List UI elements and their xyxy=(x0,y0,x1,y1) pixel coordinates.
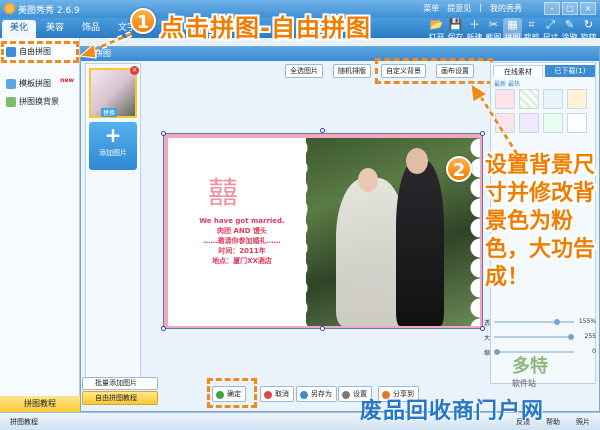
poster: 囍 We have got married. 肉团 AND 馒头 ……邀请你参加… xyxy=(168,138,480,326)
slider-knob[interactable] xyxy=(568,334,574,340)
cancel-icon xyxy=(264,391,272,399)
bg-puzzle-label: 拼图换背景 xyxy=(19,97,59,106)
scallop-border-left xyxy=(298,138,314,326)
menu-link[interactable]: 菜单 xyxy=(423,3,439,14)
tab-beauty[interactable]: 美容 xyxy=(38,20,72,38)
left-panel: 自由拼图 模板拼图 new 拼图换背景 拼图教程 xyxy=(0,38,80,412)
poster-line-4: 时间：2011年 xyxy=(218,247,266,255)
free-puzzle-tutorial-button[interactable]: 自由拼图教程 xyxy=(82,391,158,405)
puzzle-icon: ▦ xyxy=(507,18,518,31)
opacity-slider[interactable]: 透 155% xyxy=(484,318,596,327)
template-puzzle-item[interactable]: 模板拼图 new xyxy=(4,76,76,92)
my-xiuxiu-link[interactable]: 我的秀秀 xyxy=(490,3,522,14)
material-swatch[interactable] xyxy=(543,113,563,133)
app-logo-icon xyxy=(4,3,15,14)
rotate-icon: ↻ xyxy=(583,18,594,31)
resize-handle[interactable] xyxy=(161,326,166,331)
status-help[interactable]: 帮助 xyxy=(546,417,560,427)
tab-beautify[interactable]: 美化 xyxy=(2,20,36,38)
open-icon: 📂 xyxy=(429,18,444,31)
groom-figure xyxy=(396,160,444,326)
maximize-icon[interactable]: □ xyxy=(562,2,578,15)
random-layout-button[interactable]: 随机排版 xyxy=(333,64,371,78)
size-icon: ⤢ xyxy=(546,18,555,31)
batch-add-button[interactable]: 批量添加图片 xyxy=(82,377,158,390)
status-photo[interactable]: 照片 xyxy=(576,417,590,427)
invitation-text: We have got married. 肉团 AND 馒头 ……邀请你参加婚礼… xyxy=(182,216,302,266)
bg-puzzle-item[interactable]: 拼图换背景 xyxy=(4,94,76,110)
arrow-step2-icon xyxy=(470,83,520,156)
slider-knob[interactable] xyxy=(554,319,560,325)
duote-logo-watermark: 多特 软件站 xyxy=(512,356,548,388)
set-icon xyxy=(342,391,350,399)
select-all-button[interactable]: 全选图片 xyxy=(285,64,323,78)
bg-puzzle-icon xyxy=(6,97,16,107)
separator: | xyxy=(479,3,482,12)
rotate-handle[interactable] xyxy=(320,128,325,133)
puzzle-tutorial-button[interactable]: 拼图教程 xyxy=(0,396,80,412)
material-swatch[interactable] xyxy=(567,89,587,109)
material-swatch[interactable] xyxy=(567,113,587,133)
save-icon: 💾 xyxy=(448,18,463,31)
plus-icon: + xyxy=(104,123,122,147)
doodle-icon: ✎ xyxy=(564,18,575,31)
free-puzzle-label: 自由拼图 xyxy=(19,47,51,56)
delete-icon[interactable]: × xyxy=(130,66,139,75)
poster-line-3: ……邀请你参加婚礼…… xyxy=(203,237,281,245)
resize-handle[interactable] xyxy=(161,131,166,136)
template-puzzle-icon xyxy=(6,79,16,89)
groom-face xyxy=(406,148,428,174)
minimize-icon[interactable]: – xyxy=(544,2,560,15)
replace-label[interactable]: 替换 xyxy=(101,108,118,117)
ok-button-highlight xyxy=(207,378,257,408)
cancel-button[interactable]: 取消 xyxy=(260,386,294,402)
photo-thumbnail[interactable]: × 替换 xyxy=(89,66,139,118)
slider-knob[interactable] xyxy=(494,349,500,355)
crop-icon: ⌗ xyxy=(528,18,535,31)
thumbnail-column: × 替换 + 添加图片 xyxy=(85,63,141,378)
app-title: 美图秀秀 2.6.9 xyxy=(18,6,80,16)
poster-line-2: 肉团 AND 馒头 xyxy=(217,227,267,235)
feedback-link[interactable]: 提意见 xyxy=(447,3,471,14)
save-as-icon xyxy=(300,391,308,399)
free-puzzle-icon xyxy=(6,47,16,57)
puzzle-canvas[interactable]: 囍 We have got married. 肉团 AND 馒头 ……邀请你参加… xyxy=(163,133,483,329)
tab-downloaded[interactable]: 已下载(1) xyxy=(545,65,595,77)
screenshot-icon: ✂ xyxy=(488,18,499,31)
close-icon[interactable]: × xyxy=(580,2,596,15)
add-image-button[interactable]: + 添加图片 xyxy=(89,122,137,170)
status-left: 拼图教程 xyxy=(10,418,38,426)
material-swatch[interactable] xyxy=(543,89,563,109)
resize-handle[interactable] xyxy=(320,326,325,331)
bride-face xyxy=(358,168,378,192)
window-controls: – □ × xyxy=(544,2,596,15)
save-as-button[interactable]: 另存为 xyxy=(296,386,337,402)
size-slider[interactable]: 大 255 xyxy=(484,333,596,342)
step-1-text: 点击拼图-自由拼图 xyxy=(160,14,371,42)
poster-line-5: 地点：厦门XX酒店 xyxy=(212,257,272,265)
new-badge: new xyxy=(60,77,74,84)
site-watermark: 废品回收商门户网 xyxy=(360,399,545,424)
new-icon: ＋ xyxy=(469,18,480,31)
puzzle-window-title: 拼图 xyxy=(81,47,599,61)
duote-url-watermark: www.DuoTe.com xyxy=(188,205,309,220)
template-puzzle-label: 模板拼图 xyxy=(19,79,51,88)
free-puzzle-item[interactable]: 自由拼图 xyxy=(1,41,79,63)
arrow-step1-icon xyxy=(78,31,133,59)
tab-online-material[interactable]: 在线素材 xyxy=(493,65,543,77)
step-2-text: 设置背景尺寸并修改背景色为粉色，大功告成！ xyxy=(485,153,596,290)
title-links: 菜单 提意见 | 我的秀秀 xyxy=(423,3,522,14)
